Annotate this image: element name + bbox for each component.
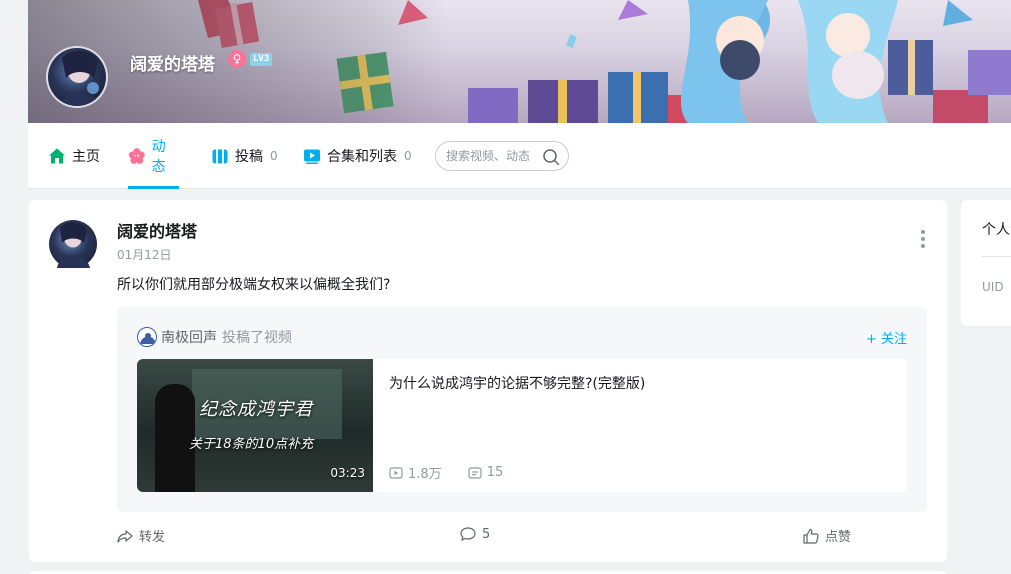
collections-icon: [304, 149, 320, 164]
post-author-name[interactable]: 阔爱的塔塔: [117, 218, 197, 242]
views-stat: 1.8万: [389, 463, 442, 482]
tab-collections-count: 0: [404, 149, 412, 163]
search-input[interactable]: [446, 149, 541, 163]
uploader-avatar[interactable]: [137, 327, 157, 347]
play-count-icon: [389, 466, 403, 479]
post-text: 所以你们就用部分极端女权来以偏概全我们?: [117, 277, 391, 293]
tab-collections-label: 合集和列表: [327, 149, 397, 165]
tab-home-label: 主页: [72, 149, 100, 165]
profile-banner: 阔爱的塔塔 ♀ LV3: [28, 0, 1011, 123]
profile-avatar[interactable]: [46, 46, 108, 108]
comment-icon: [460, 527, 476, 542]
gender-female-icon: ♀: [228, 50, 246, 68]
thumbs-up-icon: [803, 528, 819, 544]
tab-uploads-count: 0: [270, 149, 278, 163]
search-icon[interactable]: [542, 148, 560, 166]
uploader-name[interactable]: 南极回声: [161, 327, 217, 347]
post-actions: 转发 5 点赞: [117, 526, 927, 546]
profile-nav: 主页 动态 投稿 0 合集和列表 0: [28, 123, 1011, 189]
danmaku-stat: 15: [468, 465, 504, 480]
tab-dynamic[interactable]: 动态: [128, 123, 179, 189]
video-duration: 03:23: [330, 466, 365, 480]
post-date[interactable]: 01月12日: [117, 246, 172, 263]
video-stats: 1.8万 15: [389, 463, 529, 482]
share-icon: [117, 529, 133, 543]
dynamic-card: 阔爱的塔塔 01月12日 所以你们就用部分极端女权来以偏概全我们? 南极回声 投…: [29, 200, 947, 562]
tab-dynamic-label: 动态: [151, 139, 166, 175]
danmaku-icon: [468, 466, 482, 479]
like-label: 点赞: [825, 530, 852, 545]
search-box: [435, 141, 569, 171]
post-author-avatar[interactable]: [49, 220, 97, 268]
video-thumbnail[interactable]: 纪念成鸿宇君 关于18条的10点补充 03:23: [137, 359, 373, 492]
more-options-icon[interactable]: [921, 230, 925, 248]
level-badge: LV3: [250, 53, 273, 66]
uploads-icon: [212, 149, 228, 164]
share-label: 转发: [139, 530, 166, 545]
profile-info-title: 个人资料: [982, 222, 1011, 238]
tab-home[interactable]: 主页: [48, 123, 100, 189]
cover-text-1: 纪念成鸿宇君: [199, 399, 313, 420]
comment-count: 5: [482, 526, 491, 542]
uploader-action: 投稿了视频: [222, 330, 292, 346]
views-count: 1.8万: [408, 467, 442, 482]
profile-info-panel: 个人资料 UID: [961, 200, 1011, 326]
tab-collections[interactable]: 合集和列表 0: [303, 123, 412, 189]
danmaku-count: 15: [486, 465, 504, 480]
forwarded-video-card: 南极回声 投稿了视频 + 关注 纪念成鸿宇君 关于18条的10点补充 03:23…: [117, 307, 927, 512]
uploader-row: 南极回声 投稿了视频: [137, 327, 292, 347]
like-button[interactable]: 点赞: [803, 526, 851, 545]
dynamic-flower-icon: [128, 148, 145, 164]
divider: [982, 256, 1011, 257]
post-avatar-art: [57, 222, 90, 268]
uploader-logo-icon: [140, 333, 156, 344]
cover-text-2: 关于18条的10点补充: [189, 437, 314, 452]
comment-button[interactable]: 5: [460, 526, 490, 542]
tab-uploads[interactable]: 投稿 0: [211, 123, 278, 189]
tab-uploads-label: 投稿: [235, 149, 263, 165]
home-icon: [49, 148, 65, 164]
video-title[interactable]: 为什么说成鸿宇的论据不够完整?(完整版): [389, 373, 645, 393]
uid-label: UID: [982, 280, 1004, 294]
video-card[interactable]: 纪念成鸿宇君 关于18条的10点补充 03:23 为什么说成鸿宇的论据不够完整?…: [137, 359, 907, 492]
follow-button[interactable]: + 关注: [866, 328, 907, 347]
profile-name: 阔爱的塔塔: [130, 55, 215, 75]
share-button[interactable]: 转发: [117, 526, 165, 545]
